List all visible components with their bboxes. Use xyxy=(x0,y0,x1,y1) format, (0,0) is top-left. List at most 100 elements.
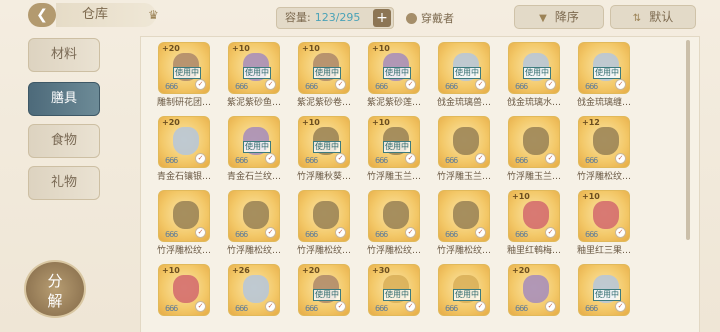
item-card[interactable]: 666 ✓ xyxy=(438,190,490,242)
item-card[interactable]: 666 ✓ xyxy=(508,116,560,168)
item-cell[interactable]: 666 ✓ 竹浮雕松纹… xyxy=(359,185,429,256)
item-card[interactable]: +10 使用中 666 ✓ xyxy=(298,116,350,168)
star-rating: 666 xyxy=(515,230,528,239)
item-card[interactable]: +10 666 ✓ xyxy=(578,190,630,242)
star-rating: 666 xyxy=(515,304,528,313)
item-card[interactable]: 666 ✓ xyxy=(438,116,490,168)
triangle-down-icon: ▼ xyxy=(539,13,547,24)
item-name: 青金石镶银… xyxy=(156,172,211,182)
item-card[interactable]: 666 ✓ xyxy=(298,190,350,242)
check-icon: ✓ xyxy=(615,227,626,238)
item-cell[interactable]: 666 ✓ 竹浮雕松纹… xyxy=(289,185,359,256)
item-cell[interactable]: 使用中 666 ✓ 戗金琉璃水… xyxy=(499,37,569,108)
item-cell[interactable]: +10 使用中 666 ✓ 竹浮雕秋葵… xyxy=(289,111,359,182)
star-rating: 666 xyxy=(305,230,318,239)
item-cell[interactable]: 使用中 666 ✓ 戗金琉璃缠… xyxy=(569,37,639,108)
decompose-button[interactable]: 分 解 xyxy=(24,260,86,318)
item-card[interactable]: +10 使用中 666 ✓ xyxy=(368,42,420,94)
item-card[interactable]: +20 使用中 666 ✓ xyxy=(158,42,210,94)
expand-capacity-button[interactable]: + xyxy=(373,9,391,27)
star-rating: 666 xyxy=(305,156,318,165)
check-icon: ✓ xyxy=(475,227,486,238)
item-card[interactable]: +10 使用中 666 ✓ xyxy=(228,42,280,94)
item-card[interactable]: 使用中 666 ✓ xyxy=(508,42,560,94)
sort-desc-button[interactable]: ▼ 降序 xyxy=(514,5,604,29)
item-cell[interactable]: +10 666 ✓ 釉里红鹌梅… xyxy=(499,185,569,256)
item-cell[interactable]: 666 ✓ 竹浮雕松纹… xyxy=(429,185,499,256)
level-badge: +20 xyxy=(302,266,320,275)
item-name: 戗金琉璃水… xyxy=(506,98,561,108)
item-cell[interactable]: +10 使用中 666 ✓ 紫泥紫砂莲… xyxy=(359,37,429,108)
sort-default-button[interactable]: ⇅ 默认 xyxy=(610,5,696,29)
item-card[interactable]: +10 666 ✓ xyxy=(158,264,210,316)
item-cell[interactable]: +10 使用中 666 ✓ 紫泥紫砂鱼… xyxy=(219,37,289,108)
item-cell[interactable]: 使用中 666 ✓ 戗金琉璃兽… xyxy=(429,37,499,108)
level-badge: +10 xyxy=(302,44,320,53)
item-cell[interactable]: 使用中 666 ✓ 青金石兰纹… xyxy=(219,111,289,182)
tab-food[interactable]: 食物 xyxy=(28,124,100,158)
tab-gifts[interactable]: 礼物 xyxy=(28,166,100,200)
item-card[interactable]: 666 ✓ xyxy=(228,190,280,242)
item-cell[interactable]: +20 使用中 666 ✓ xyxy=(289,259,359,329)
item-card[interactable]: +20 666 ✓ xyxy=(158,116,210,168)
capacity-label: 容量: xyxy=(285,11,311,24)
item-card[interactable]: 使用中 666 ✓ xyxy=(438,264,490,316)
wearer-toggle[interactable]: 穿戴者 xyxy=(406,10,454,26)
item-card[interactable]: +30 使用中 666 ✓ xyxy=(368,264,420,316)
scrollbar[interactable] xyxy=(686,40,690,240)
item-card[interactable]: +10 使用中 666 ✓ xyxy=(298,42,350,94)
check-icon: ✓ xyxy=(265,301,276,312)
item-card[interactable]: 666 ✓ xyxy=(158,190,210,242)
item-cell[interactable]: +10 使用中 666 ✓ 竹浮雕玉兰… xyxy=(359,111,429,182)
item-name: 竹浮雕玉兰… xyxy=(506,172,561,182)
check-icon: ✓ xyxy=(545,301,556,312)
item-cell[interactable]: +10 666 ✓ xyxy=(149,259,219,329)
item-name: 竹浮雕松纹… xyxy=(436,246,491,256)
item-cell[interactable]: +10 666 ✓ 釉里红三果… xyxy=(569,185,639,256)
item-cell[interactable]: +20 使用中 666 ✓ 雕制研花团… xyxy=(149,37,219,108)
item-art-icon xyxy=(453,127,479,155)
wearer-label: 穿戴者 xyxy=(421,12,454,25)
check-icon: ✓ xyxy=(475,79,486,90)
item-card[interactable]: +20 使用中 666 ✓ xyxy=(298,264,350,316)
item-name: 紫泥紫砂莲… xyxy=(366,98,421,108)
item-cell[interactable]: 666 ✓ 竹浮雕玉兰… xyxy=(429,111,499,182)
item-card[interactable]: 使用中 666 ✓ xyxy=(578,42,630,94)
star-rating: 666 xyxy=(585,156,598,165)
item-cell[interactable]: +20 666 ✓ 青金石镶银… xyxy=(149,111,219,182)
item-card[interactable]: +12 666 ✓ xyxy=(578,116,630,168)
equipped-tag: 使用中 xyxy=(593,289,621,301)
item-cell[interactable]: +20 666 ✓ xyxy=(499,259,569,329)
star-rating: 666 xyxy=(515,156,528,165)
item-art-icon xyxy=(383,201,409,229)
tab-tableware[interactable]: 膳具 xyxy=(28,82,100,116)
item-cell[interactable]: 使用中 666 ✓ xyxy=(569,259,639,329)
item-cell[interactable]: 使用中 666 ✓ xyxy=(429,259,499,329)
item-card[interactable]: +10 666 ✓ xyxy=(508,190,560,242)
back-button[interactable]: ❮ xyxy=(28,3,56,27)
item-card[interactable]: +26 666 ✓ xyxy=(228,264,280,316)
item-cell[interactable]: +30 使用中 666 ✓ xyxy=(359,259,429,329)
item-cell[interactable]: 666 ✓ 竹浮雕松纹… xyxy=(219,185,289,256)
item-cell[interactable]: +12 666 ✓ 竹浮雕松纹… xyxy=(569,111,639,182)
item-card[interactable]: +20 666 ✓ xyxy=(508,264,560,316)
item-cell[interactable]: 666 ✓ 竹浮雕松纹… xyxy=(149,185,219,256)
item-card[interactable]: 使用中 666 ✓ xyxy=(438,42,490,94)
item-card[interactable]: 使用中 666 ✓ xyxy=(228,116,280,168)
level-badge: +30 xyxy=(372,266,390,275)
item-cell[interactable]: +26 666 ✓ xyxy=(219,259,289,329)
item-cell[interactable]: +10 使用中 666 ✓ 紫泥紫砂卷… xyxy=(289,37,359,108)
item-art-icon xyxy=(243,275,269,303)
item-card[interactable]: +10 使用中 666 ✓ xyxy=(368,116,420,168)
check-icon: ✓ xyxy=(195,227,206,238)
item-card[interactable]: 使用中 666 ✓ xyxy=(578,264,630,316)
check-icon: ✓ xyxy=(195,153,206,164)
item-card[interactable]: 666 ✓ xyxy=(368,190,420,242)
level-badge: +26 xyxy=(232,266,250,275)
item-cell[interactable]: 666 ✓ 竹浮雕玉兰… xyxy=(499,111,569,182)
star-rating: 666 xyxy=(375,82,388,91)
tab-materials[interactable]: 材料 xyxy=(28,38,100,72)
sort-default-label: 默认 xyxy=(649,10,674,24)
level-badge: +10 xyxy=(372,118,390,127)
radio-icon xyxy=(406,13,417,24)
